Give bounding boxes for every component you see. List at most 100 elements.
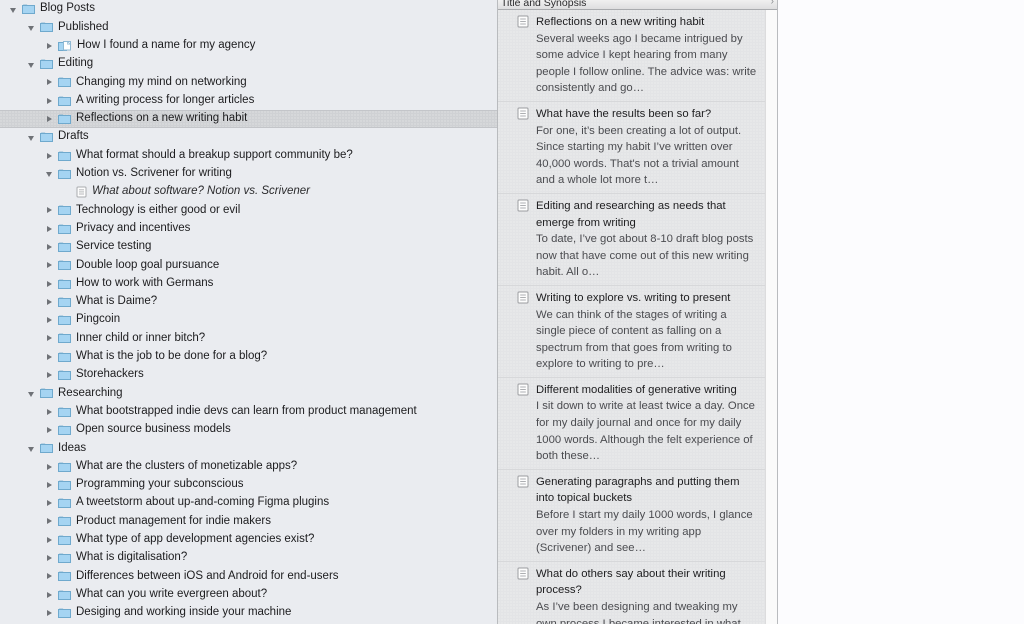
disclosure-triangle-closed-icon[interactable] bbox=[44, 223, 55, 234]
binder-row[interactable]: How to work with Germans bbox=[0, 274, 497, 292]
disclosure-triangle-open-icon[interactable] bbox=[8, 4, 19, 15]
disclosure-triangle-open-icon[interactable] bbox=[26, 388, 37, 399]
binder-row[interactable]: Editing bbox=[0, 55, 497, 73]
disclosure-triangle-open-icon[interactable] bbox=[26, 22, 37, 33]
outliner-scrollbar[interactable] bbox=[765, 10, 777, 624]
binder-row[interactable]: A writing process for longer articles bbox=[0, 91, 497, 109]
disclosure-triangle-closed-icon[interactable] bbox=[44, 260, 55, 271]
outliner-card-synopsis[interactable]: Before I start my daily 1000 words, I gl… bbox=[536, 507, 757, 557]
binder-row[interactable]: Ideas bbox=[0, 439, 497, 457]
binder-row[interactable]: Differences between iOS and Android for … bbox=[0, 567, 497, 585]
outliner-card-synopsis[interactable]: I sit down to write at least twice a day… bbox=[536, 398, 757, 464]
binder-row[interactable]: Researching bbox=[0, 384, 497, 402]
disclosure-triangle-closed-icon[interactable] bbox=[44, 351, 55, 362]
outliner-card-synopsis[interactable]: Several weeks ago I became intrigued by … bbox=[536, 31, 757, 97]
binder-row[interactable]: A tweetstorm about up-and-coming Figma p… bbox=[0, 494, 497, 512]
binder-row[interactable]: How I found a name for my agency bbox=[0, 37, 497, 55]
disclosure-triangle-closed-icon[interactable] bbox=[44, 370, 55, 381]
disclosure-triangle-open-icon[interactable] bbox=[44, 168, 55, 179]
binder-row[interactable]: What format should a breakup support com… bbox=[0, 146, 497, 164]
outliner-card-row[interactable]: Reflections on a new writing habit Severa… bbox=[498, 10, 765, 102]
binder-row[interactable]: Blog Posts bbox=[0, 0, 497, 18]
disclosure-triangle-open-icon[interactable] bbox=[26, 443, 37, 454]
disclosure-triangle-closed-icon[interactable] bbox=[44, 461, 55, 472]
outliner-panel[interactable]: Title and Synopsis › Reflections on a ne… bbox=[497, 0, 778, 624]
disclosure-triangle-closed-icon[interactable] bbox=[44, 278, 55, 289]
outliner-card-row[interactable]: What have the results been so far? For on… bbox=[498, 101, 765, 194]
disclosure-triangle-closed-icon[interactable] bbox=[44, 479, 55, 490]
disclosure-triangle-closed-icon[interactable] bbox=[44, 424, 55, 435]
outliner-card-synopsis[interactable]: We can think of the stages of writing a … bbox=[536, 307, 757, 373]
outliner-card-title[interactable]: Editing and researching as needs that em… bbox=[536, 198, 757, 231]
outliner-card-title[interactable]: Different modalities of generative writi… bbox=[536, 382, 757, 399]
binder-row[interactable]: Inner child or inner bitch? bbox=[0, 329, 497, 347]
disclosure-triangle-closed-icon[interactable] bbox=[44, 607, 55, 618]
document-icon bbox=[517, 199, 529, 212]
binder-row[interactable]: Desiging and working inside your machine bbox=[0, 604, 497, 622]
editor-workspace[interactable] bbox=[778, 0, 1024, 624]
binder-row[interactable]: Changing my mind on networking bbox=[0, 73, 497, 91]
disclosure-triangle-closed-icon[interactable] bbox=[44, 40, 55, 51]
disclosure-triangle-closed-icon[interactable] bbox=[44, 77, 55, 88]
folder-icon bbox=[58, 260, 71, 271]
outliner-card-row[interactable]: Generating paragraphs and putting them i… bbox=[498, 469, 765, 562]
column-header-title-and-synopsis[interactable]: Title and Synopsis bbox=[501, 0, 586, 9]
binder-row[interactable]: Technology is either good or evil bbox=[0, 201, 497, 219]
outliner-card-title[interactable]: Generating paragraphs and putting them i… bbox=[536, 474, 757, 507]
binder-row[interactable]: What bootstrapped indie devs can learn f… bbox=[0, 403, 497, 421]
outliner-card-synopsis[interactable]: For one, it’s been creating a lot of out… bbox=[536, 123, 757, 189]
disclosure-triangle-closed-icon[interactable] bbox=[44, 498, 55, 509]
outliner-card-synopsis[interactable]: As I’ve been designing and tweaking my o… bbox=[536, 599, 757, 624]
binder-row[interactable]: Notion vs. Scrivener for writing bbox=[0, 165, 497, 183]
binder-row[interactable]: Published bbox=[0, 18, 497, 36]
binder-row[interactable]: Double loop goal pursuance bbox=[0, 256, 497, 274]
outliner-card-synopsis[interactable]: To date, I’ve got about 8-10 draft blog … bbox=[536, 231, 757, 281]
disclosure-triangle-closed-icon[interactable] bbox=[44, 205, 55, 216]
outliner-card-title[interactable]: Reflections on a new writing habit bbox=[536, 14, 757, 31]
disclosure-triangle-open-icon[interactable] bbox=[26, 59, 37, 70]
binder-row[interactable]: What are the clusters of monetizable app… bbox=[0, 457, 497, 475]
binder-row[interactable]: Open source business models bbox=[0, 421, 497, 439]
disclosure-triangle-closed-icon[interactable] bbox=[44, 571, 55, 582]
outliner-card-title[interactable]: Writing to explore vs. writing to presen… bbox=[536, 290, 757, 307]
disclosure-triangle-closed-icon[interactable] bbox=[44, 315, 55, 326]
disclosure-triangle-closed-icon[interactable] bbox=[44, 553, 55, 564]
binder-row[interactable]: Product management for indie makers bbox=[0, 512, 497, 530]
binder-row[interactable]: What is the job to be done for a blog? bbox=[0, 348, 497, 366]
outliner-card-row[interactable]: Different modalities of generative writi… bbox=[498, 377, 765, 470]
chevron-right-icon[interactable]: › bbox=[771, 0, 774, 8]
outliner-card-title[interactable]: What have the results been so far? bbox=[536, 106, 757, 123]
binder-row[interactable]: Storehackers bbox=[0, 366, 497, 384]
binder-row[interactable]: What type of app development agencies ex… bbox=[0, 531, 497, 549]
binder-row[interactable]: Programming your subconscious bbox=[0, 476, 497, 494]
disclosure-triangle-closed-icon[interactable] bbox=[44, 333, 55, 344]
disclosure-triangle-closed-icon[interactable] bbox=[44, 296, 55, 307]
outliner-card-row[interactable]: What do others say about their writing p… bbox=[498, 561, 765, 624]
document-icon bbox=[517, 198, 536, 217]
disclosure-triangle-closed-icon[interactable] bbox=[44, 534, 55, 545]
binder-row[interactable]: Privacy and incentives bbox=[0, 220, 497, 238]
outliner-card-row[interactable]: Writing to explore vs. writing to presen… bbox=[498, 285, 765, 378]
disclosure-triangle-closed-icon[interactable] bbox=[44, 516, 55, 527]
folder-icon bbox=[55, 113, 76, 125]
binder-row[interactable]: What is digitalisation? bbox=[0, 549, 497, 567]
outliner-header[interactable]: Title and Synopsis › bbox=[498, 0, 777, 10]
disclosure-triangle-closed-icon[interactable] bbox=[44, 113, 55, 124]
binder-row[interactable]: Service testing bbox=[0, 238, 497, 256]
disclosure-triangle-closed-icon[interactable] bbox=[44, 95, 55, 106]
binder-row[interactable]: Pingcoin bbox=[0, 311, 497, 329]
outliner-card-title[interactable]: What do others say about their writing p… bbox=[536, 566, 757, 599]
binder-row[interactable]: What is Daime? bbox=[0, 293, 497, 311]
disclosure-triangle-closed-icon[interactable] bbox=[44, 589, 55, 600]
binder-row[interactable]: What about software? Notion vs. Scrivene… bbox=[0, 183, 497, 201]
binder-row[interactable]: Drafts bbox=[0, 128, 497, 146]
folder-icon bbox=[55, 241, 76, 253]
disclosure-triangle-closed-icon[interactable] bbox=[44, 150, 55, 161]
disclosure-triangle-open-icon[interactable] bbox=[26, 132, 37, 143]
binder-panel[interactable]: Blog Posts Published How I found a name fo… bbox=[0, 0, 497, 624]
disclosure-triangle-closed-icon[interactable] bbox=[44, 406, 55, 417]
binder-row[interactable]: What can you write evergreen about? bbox=[0, 586, 497, 604]
binder-row[interactable]: Reflections on a new writing habit bbox=[0, 109, 497, 129]
outliner-card-row[interactable]: Editing and researching as needs that em… bbox=[498, 193, 765, 286]
disclosure-triangle-closed-icon[interactable] bbox=[44, 242, 55, 253]
